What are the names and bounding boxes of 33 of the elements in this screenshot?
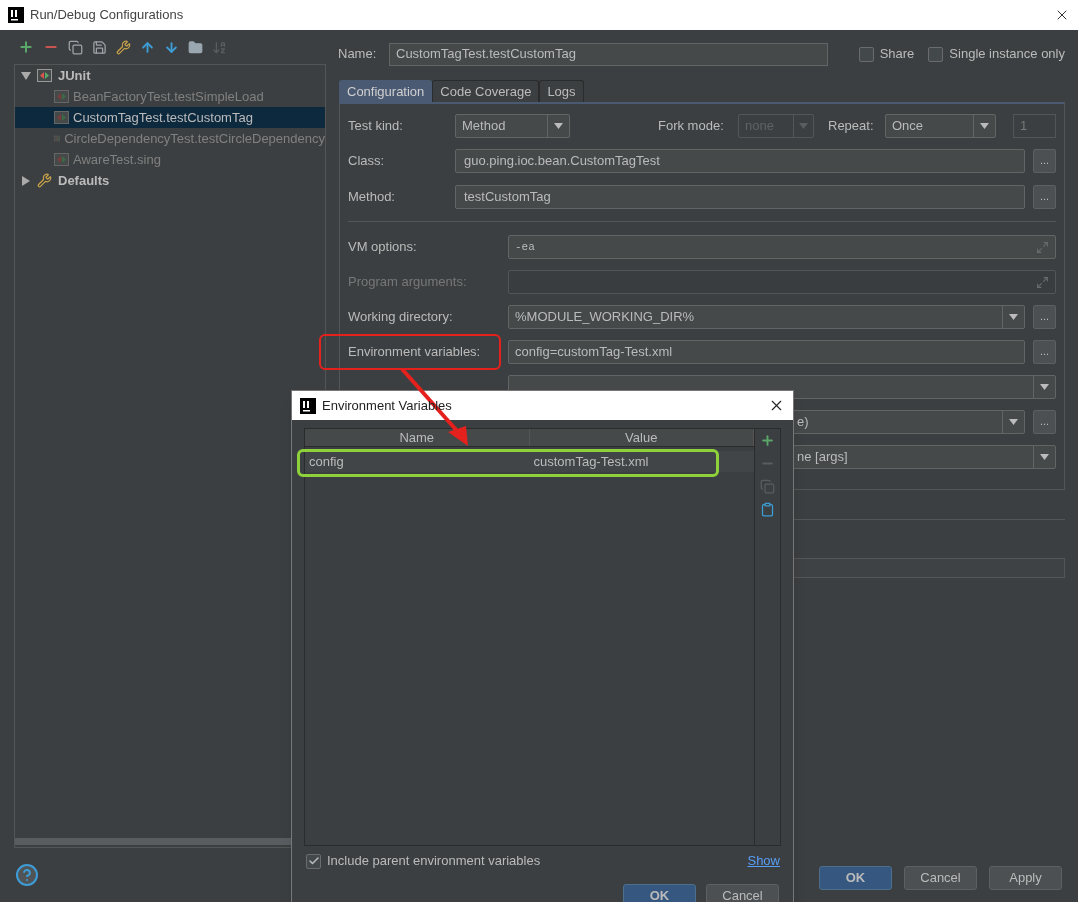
field-value: -ea <box>515 239 535 255</box>
field-value: CustomTagTest.testCustomTag <box>396 45 576 64</box>
field-label: Class: <box>348 152 386 171</box>
tree-label: BeanFactoryTest.testSimpleLoad <box>73 87 264 106</box>
field-label: VM options: <box>348 238 418 257</box>
field-label: Test kind: <box>348 117 404 136</box>
tree-label: CustomTagTest.testCustomTag <box>73 108 253 127</box>
tree-label: Defaults <box>58 171 110 190</box>
tree-label: AwareTest.sing <box>73 150 161 169</box>
tree-label: CircleDependencyTest.testCircleDependency <box>64 129 325 148</box>
field-label: Method: <box>348 188 396 207</box>
field-label: Environment variables: <box>348 343 482 362</box>
dropdown-value: e) <box>797 413 809 432</box>
field-value: testCustomTag <box>464 188 551 207</box>
checkbox-label: Share <box>879 45 915 64</box>
checkbox-label: Include parent environment variables <box>327 852 541 871</box>
field-label: Fork mode: <box>658 117 725 136</box>
window-title: Run/Debug Configurations <box>30 6 184 25</box>
dropdown-value: ne [args] <box>797 448 848 467</box>
dropdown-value: %MODULE_WORKING_DIR% <box>515 308 695 327</box>
dropdown-value: Once <box>892 117 924 136</box>
field-value: config=customTag-Test.xml <box>515 343 673 362</box>
field-value: 1 <box>1020 117 1028 136</box>
field-label: Working directory: <box>348 308 454 327</box>
table-cell-text: config <box>308 452 345 471</box>
field-label: Program arguments: <box>348 273 468 292</box>
dropdown-value: Method <box>462 117 506 136</box>
field-label: Name: <box>338 45 378 64</box>
field-value: guo.ping.ioc.bean.CustomTagTest <box>464 152 660 171</box>
field-label: Repeat: <box>828 117 875 136</box>
table-cell-text: customTag-Test.xml <box>532 452 650 471</box>
tree-label: JUnit <box>58 66 91 85</box>
checkbox-label: Single instance only <box>949 45 1065 64</box>
